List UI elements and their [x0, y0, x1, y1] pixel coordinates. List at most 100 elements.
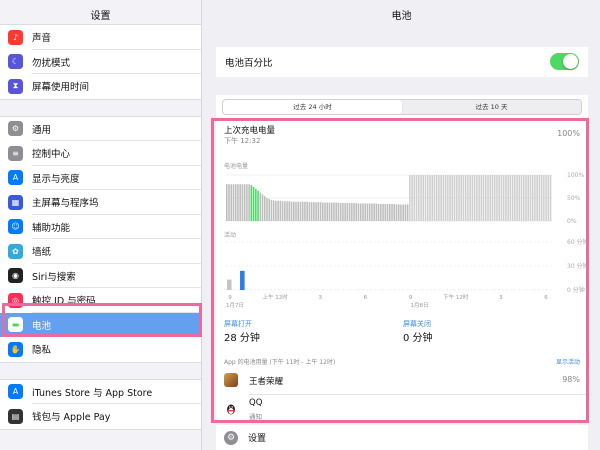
battery-level-bar	[284, 201, 286, 221]
battery-level-bar	[547, 175, 550, 221]
battery-level-bar	[268, 198, 270, 221]
battery-level-bar	[310, 202, 313, 221]
battery-level-bar	[426, 175, 429, 221]
time-range-control: 过去 24 小时 过去 10 天	[216, 95, 588, 119]
last-charge-title: 上次充电电量	[224, 126, 276, 136]
app-row-honor-of-kings[interactable]: 王者荣耀 98%	[216, 368, 588, 394]
sidebar-item-label: 声音	[32, 33, 52, 45]
app-name: 王者荣耀	[249, 377, 284, 387]
screen-on-bar	[240, 270, 245, 290]
sidebar-item-speaker[interactable]: ♪ 声音	[0, 25, 201, 50]
battery-level-bar	[252, 186, 255, 221]
app-row-qq[interactable]: QQ 通知	[216, 396, 588, 422]
sidebar-item-accessibility[interactable]: ☺ 辅助功能	[0, 215, 201, 240]
app-usage-header: App 的电池用量 (下午 11时 - 上午 12时)	[224, 359, 336, 366]
battery-level-bar	[364, 203, 367, 221]
battery-level-bar	[429, 175, 431, 221]
battery-level-bar	[413, 175, 416, 221]
fingerprint-icon: ◎	[8, 292, 23, 308]
battery-level-bar	[306, 201, 308, 221]
battery-level-bar	[393, 203, 396, 221]
sidebar-item-label: 显示与亮度	[32, 173, 80, 185]
wallet-icon: ▤	[8, 408, 23, 424]
page-title: 电池	[391, 11, 412, 22]
battery-level-bar	[281, 201, 284, 221]
battery-level-bar	[386, 203, 389, 221]
battery-level-bar	[292, 201, 295, 221]
battery-percentage-label: 电池百分比	[225, 58, 273, 69]
battery-percentage-toggle[interactable]	[550, 53, 579, 70]
battery-level-bar	[433, 175, 436, 221]
battery-level-bar	[322, 202, 324, 221]
sidebar-item-label: 触控 ID 与密码	[32, 296, 96, 308]
battery-level-bar	[525, 175, 527, 221]
battery-level-bar	[478, 175, 480, 221]
x-tick-label: 下午 12时	[443, 293, 469, 301]
sidebar-item-gear[interactable]: ⚙ 通用	[0, 117, 201, 142]
battery-level-bar	[382, 203, 384, 221]
hand-icon: ✋	[8, 341, 23, 357]
tab-last-10-days[interactable]: 过去 10 天	[402, 100, 581, 114]
x-tick-label: 6	[364, 295, 368, 301]
app-row-settings[interactable]: ⚙ 设置	[216, 425, 588, 450]
sidebar-item-battery[interactable]: ▬ 电池	[0, 312, 201, 337]
battery-level-bar	[384, 203, 387, 221]
sidebar-item-wallet[interactable]: ▤ 钱包与 Apple Pay	[0, 404, 201, 429]
battery-level-bar	[391, 203, 393, 221]
sidebar-item-sliders[interactable]: ≡ 控制中心	[0, 141, 201, 166]
hourglass-icon: ⧗	[8, 78, 23, 94]
battery-level-bar	[545, 175, 547, 221]
sidebar-item-moon[interactable]: ☾ 勿扰模式	[0, 50, 201, 75]
battery-level-bar	[373, 203, 375, 221]
screen-off-label: 屏幕关闭	[403, 320, 431, 328]
battery-level-bar	[359, 203, 362, 221]
battery-level-bar	[351, 203, 353, 221]
sidebar-item-fingerprint[interactable]: ◎ 触控 ID 与密码	[0, 288, 201, 313]
battery-level-bar	[402, 204, 404, 221]
gear-icon: ⚙	[8, 121, 23, 137]
battery-level-bar	[464, 175, 467, 221]
battery-level-bar	[275, 200, 277, 221]
battery-level-bar	[237, 184, 239, 221]
sidebar-group: ♪ 声音 ☾ 勿扰模式 ⧗ 屏幕使用时间	[0, 24, 201, 100]
battery-level-bar	[462, 175, 465, 221]
sidebar-item-hourglass[interactable]: ⧗ 屏幕使用时间	[0, 74, 201, 99]
sidebar-item-label: 钱包与 Apple Pay	[32, 412, 111, 424]
sidebar-item-label: 电池	[32, 320, 52, 332]
battery-level-bar	[424, 175, 427, 221]
battery-level-bar	[248, 184, 250, 221]
game-app-icon	[224, 373, 238, 387]
level-tick-label: 50%	[567, 195, 581, 202]
sidebar-item-flower[interactable]: ✿ 墙纸	[0, 239, 201, 264]
sidebar-item-hand[interactable]: ✋ 隐私	[0, 337, 201, 362]
x-tick-label: 3	[319, 295, 323, 301]
toggle-knob	[563, 54, 578, 69]
battery-level-bar	[371, 203, 373, 221]
tab-last-24-hours[interactable]: 过去 24 小时	[223, 100, 402, 114]
battery-level-bar	[246, 184, 248, 221]
battery-level-bar	[467, 175, 469, 221]
sidebar-item-text-size[interactable]: A 显示与亮度	[0, 166, 201, 191]
activity-tick-label: 30 分钟	[567, 262, 588, 270]
sidebar-item-app-store[interactable]: AiTunes Store 与 App Store	[0, 380, 201, 405]
battery-level-bar	[480, 175, 483, 221]
qq-penguin-icon	[224, 401, 238, 415]
battery-level-bar	[496, 175, 498, 221]
battery-level-bar	[502, 175, 505, 221]
battery-level-bar	[326, 202, 329, 221]
battery-level-bar	[442, 175, 445, 221]
sidebar-item-siri[interactable]: ◉ Siri与搜索	[0, 264, 201, 289]
battery-level-bar	[400, 204, 402, 221]
battery-level-bar	[362, 203, 364, 221]
battery-level-bar	[241, 184, 244, 221]
speaker-icon: ♪	[8, 29, 23, 45]
sliders-icon: ≡	[8, 145, 23, 161]
battery-level-bar	[259, 192, 262, 221]
last-charge-value: 100%	[557, 129, 580, 138]
sidebar-item-label: 主屏幕与程序坞	[32, 198, 99, 210]
app-store-icon: A	[8, 384, 23, 400]
show-activity-link[interactable]: 显示活动	[556, 357, 580, 366]
battery-level-bar	[522, 175, 525, 221]
sidebar-item-grid[interactable]: ▦ 主屏幕与程序坞	[0, 190, 201, 215]
battery-level-bar	[337, 202, 340, 221]
